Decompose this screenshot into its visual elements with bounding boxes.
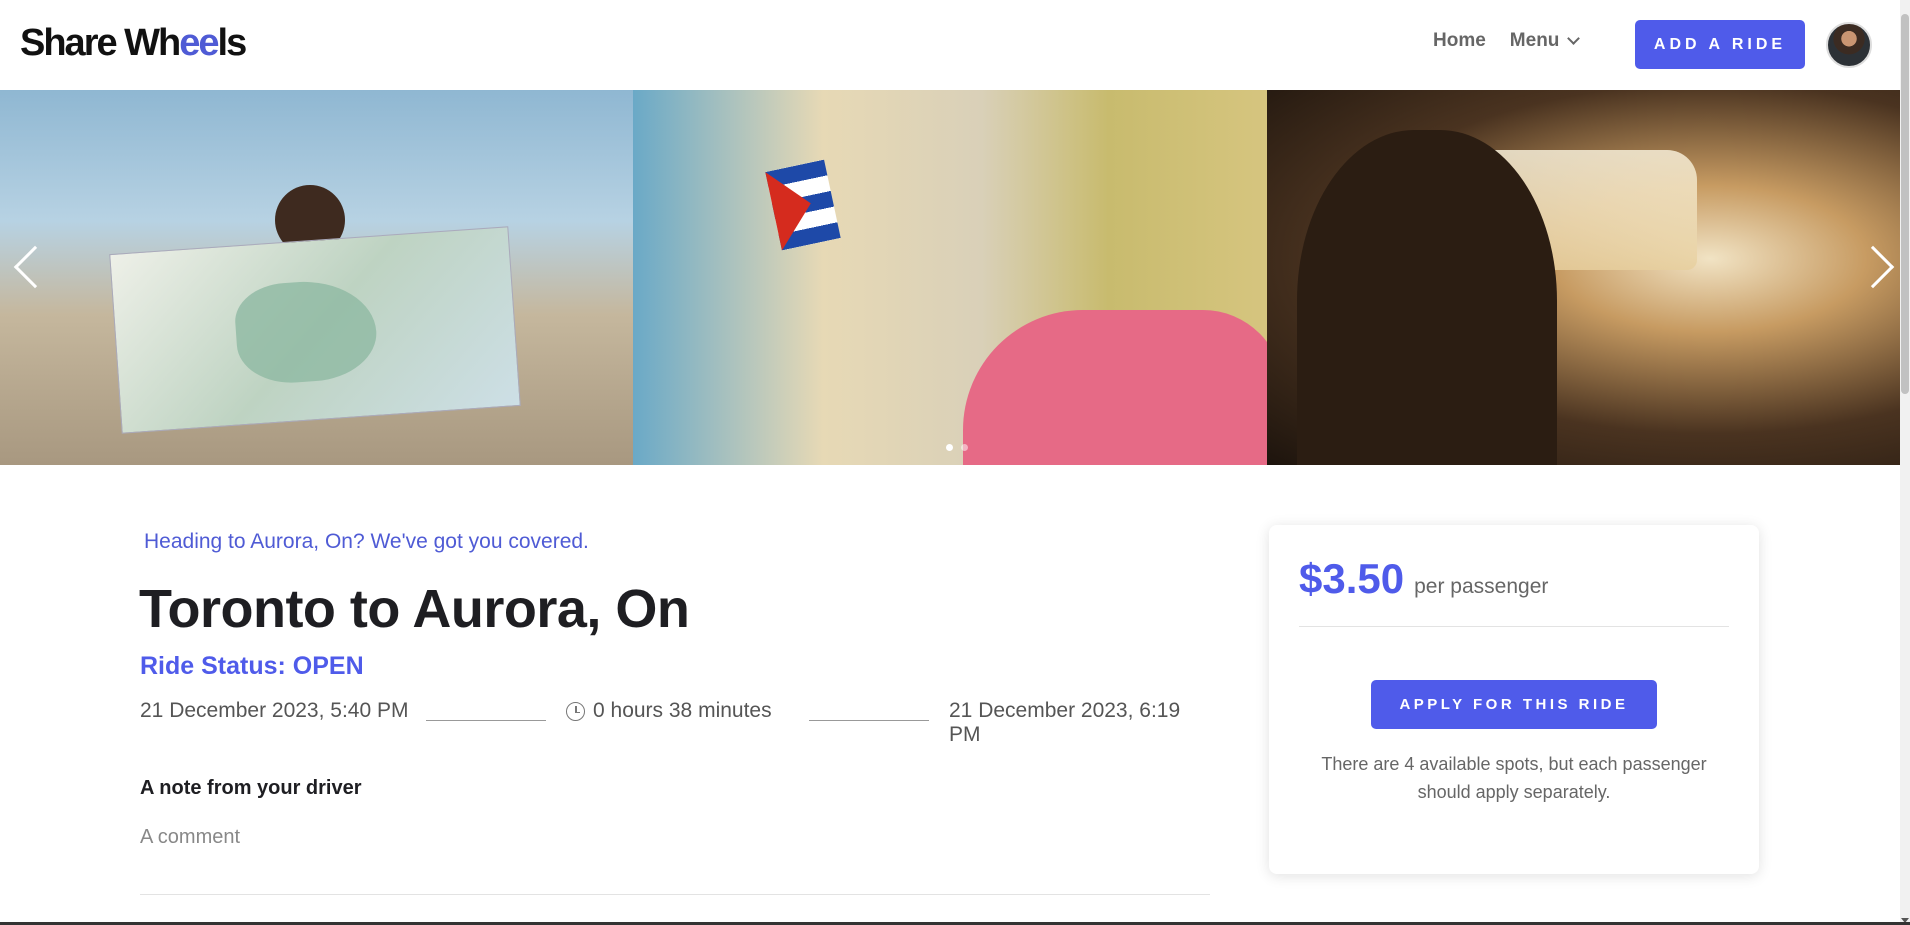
carousel-dot-1[interactable] xyxy=(946,444,953,451)
carousel-slide-street-car xyxy=(633,90,1267,465)
logo-tail: ls xyxy=(217,22,248,64)
clock-icon xyxy=(566,701,585,721)
ride-duration: 0 hours 38 minutes xyxy=(566,699,772,723)
section-divider xyxy=(140,894,1210,895)
main-nav: Home Menu xyxy=(1433,30,1581,52)
user-avatar[interactable] xyxy=(1826,22,1872,68)
logo-text: Share Wh xyxy=(20,22,181,64)
carousel-slide-driver xyxy=(1266,90,1900,465)
pricing-card: $3.50 per passenger APPLY FOR THIS RIDE … xyxy=(1269,525,1759,874)
driver-note-heading: A note from your driver xyxy=(140,777,362,799)
share-wheels-logo[interactable]: Share Wheels xyxy=(20,22,248,65)
departure-time: 21 December 2023, 5:40 PM xyxy=(140,699,409,722)
nav-home-link[interactable]: Home xyxy=(1433,30,1486,52)
ride-status: Ride Status: OPEN xyxy=(140,652,364,680)
add-ride-button[interactable]: ADD A RIDE xyxy=(1635,20,1805,69)
scrollbar-thumb[interactable] xyxy=(1901,14,1909,394)
duration-text: 0 hours 38 minutes xyxy=(593,699,772,722)
price-row: $3.50 per passenger xyxy=(1299,555,1548,603)
card-divider xyxy=(1299,626,1729,627)
ride-title: Toronto to Aurora, On xyxy=(139,579,690,639)
site-header: Share Wheels Home Menu ADD A RIDE xyxy=(0,0,1900,90)
price-value: $3.50 xyxy=(1299,555,1405,602)
logo-accent: ee xyxy=(179,22,219,64)
arrival-time: 21 December 2023, 6:19 PM xyxy=(949,699,1181,746)
price-unit: per passenger xyxy=(1414,575,1549,598)
timeline-divider-right xyxy=(809,720,929,721)
available-spots-text: There are 4 available spots, but each pa… xyxy=(1321,754,1707,802)
carousel-dots xyxy=(946,444,968,451)
slide-pink-car xyxy=(963,310,1267,465)
image-carousel xyxy=(0,90,1900,465)
carousel-slide-map-reader xyxy=(0,90,634,465)
slide-driver-silhouette xyxy=(1296,130,1557,465)
ride-tagline: Heading to Aurora, On? We've got you cov… xyxy=(144,530,589,553)
timeline-divider-left xyxy=(426,720,546,721)
driver-note-body: A comment xyxy=(140,826,241,848)
nav-menu-label: Menu xyxy=(1509,30,1560,51)
page-scrollbar[interactable] xyxy=(1900,0,1910,925)
apply-for-ride-button[interactable]: APPLY FOR THIS RIDE xyxy=(1371,680,1657,729)
nav-menu-dropdown[interactable]: Menu xyxy=(1509,30,1581,52)
chevron-down-icon xyxy=(1567,31,1581,45)
carousel-dot-2[interactable] xyxy=(961,444,968,451)
ride-timeline: 21 December 2023, 5:40 PM 0 hours 38 min… xyxy=(140,699,1210,746)
slide-flag xyxy=(765,159,841,251)
slide-map xyxy=(109,226,521,434)
